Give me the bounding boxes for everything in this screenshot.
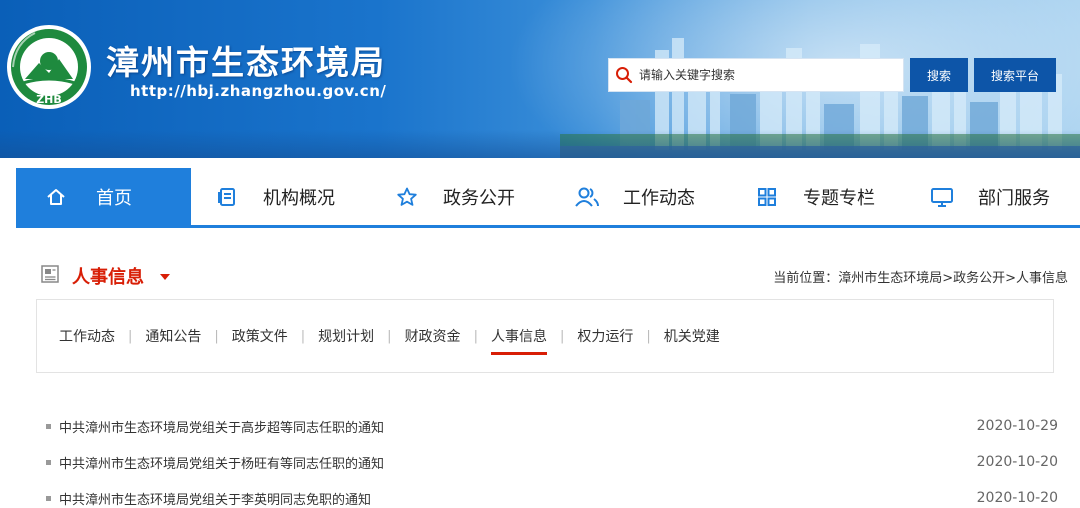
list-item[interactable]: 中共漳州市生态环境局党组关于高步超等同志任职的通知 2020-10-29: [46, 408, 1058, 444]
nav-item-gov-affairs[interactable]: 政务公开: [371, 168, 551, 225]
list-item[interactable]: 中共漳州市生态环境局党组关于李英明同志免职的通知 2020-10-20: [46, 480, 1058, 508]
zhb-logo: ZHB: [7, 25, 91, 109]
nav-label: 专题专栏: [803, 187, 875, 209]
nav-label: 首页: [96, 187, 132, 209]
search-input[interactable]: [639, 60, 899, 90]
nav-item-work-news[interactable]: 工作动态: [551, 168, 731, 225]
article-date: 2020-10-20: [976, 454, 1058, 470]
search-icon: [609, 58, 639, 92]
article-title[interactable]: 中共漳州市生态环境局党组关于李英明同志免职的通知: [59, 489, 371, 508]
list-item-left: 中共漳州市生态环境局党组关于杨旺有等同志任职的通知: [46, 453, 384, 472]
subtab-bar: 工作动态 | 通知公告 | 政策文件 | 规划计划 | 财政资金 | 人事信息 …: [36, 299, 1054, 373]
article-title[interactable]: 中共漳州市生态环境局党组关于高步超等同志任职的通知: [59, 417, 384, 436]
subtab-work-news[interactable]: 工作动态: [59, 299, 115, 373]
subtab-notices[interactable]: 通知公告: [145, 299, 201, 373]
subtab-divider: |: [473, 328, 478, 344]
site-title: 漳州市生态环境局: [106, 43, 386, 82]
home-icon: [16, 186, 96, 208]
subtab-divider: |: [559, 328, 565, 344]
header-banner: ZHB 漳州市生态环境局 http://hbj.zhangzhou.gov.cn…: [0, 0, 1080, 158]
chevron-down-icon[interactable]: [160, 274, 170, 280]
subtab-party[interactable]: 机关党建: [664, 299, 720, 373]
nav-item-home[interactable]: 首页: [16, 168, 191, 225]
document-icon: [191, 186, 263, 208]
subtab-divider: |: [214, 328, 219, 344]
subtab-divider: |: [646, 328, 651, 344]
nav-label: 工作动态: [623, 187, 695, 209]
nav-item-topics[interactable]: 专题专栏: [731, 168, 906, 225]
nav-label: 部门服务: [978, 187, 1050, 209]
grid-icon: [731, 186, 803, 208]
breadcrumb: 当前位置：漳州市生态环境局>政务公开>人事信息: [773, 271, 1068, 286]
nav-label: 政务公开: [443, 187, 515, 209]
section-title: 人事信息: [72, 267, 144, 288]
subtab-divider: |: [128, 328, 133, 344]
bullet-icon: [46, 495, 51, 501]
list-item-left: 中共漳州市生态环境局党组关于李英明同志免职的通知: [46, 489, 371, 508]
search-platform-button[interactable]: 搜索平台: [974, 58, 1056, 92]
search-box: [608, 58, 904, 92]
nav-label: 机构概况: [263, 187, 335, 209]
article-title[interactable]: 中共漳州市生态环境局党组关于杨旺有等同志任职的通知: [59, 453, 384, 472]
star-icon: [371, 186, 443, 208]
logo-text: ZHB: [36, 93, 62, 106]
subtab-finance[interactable]: 财政资金: [405, 299, 461, 373]
newspaper-icon: [40, 264, 60, 288]
subtab-plans[interactable]: 规划计划: [318, 299, 374, 373]
bullet-icon: [46, 459, 51, 465]
site-url[interactable]: http://hbj.zhangzhou.gov.cn/: [130, 82, 386, 100]
monitor-icon: [906, 186, 978, 208]
article-list: 中共漳州市生态环境局党组关于高步超等同志任职的通知 2020-10-29 中共漳…: [46, 408, 1058, 508]
nav-item-org[interactable]: 机构概况: [191, 168, 371, 225]
bullet-icon: [46, 423, 51, 429]
subtab-power[interactable]: 权力运行: [577, 299, 633, 373]
search-button[interactable]: 搜索: [910, 58, 968, 92]
article-date: 2020-10-20: [976, 490, 1058, 506]
section-header: 人事信息: [40, 264, 170, 288]
users-icon: [551, 186, 623, 208]
banner-water: [0, 130, 1080, 158]
subtab-divider: |: [387, 328, 392, 344]
main-nav: 首页 机构概况 政务公开 工作动态 专题专栏 部门服务: [16, 168, 1080, 228]
article-date: 2020-10-29: [976, 418, 1058, 434]
nav-item-services[interactable]: 部门服务: [906, 168, 1080, 225]
subtab-divider: |: [300, 328, 306, 344]
list-item[interactable]: 中共漳州市生态环境局党组关于杨旺有等同志任职的通知 2020-10-20: [46, 444, 1058, 480]
subtab-policy[interactable]: 政策文件: [232, 299, 288, 373]
list-item-left: 中共漳州市生态环境局党组关于高步超等同志任职的通知: [46, 417, 384, 436]
subtab-personnel[interactable]: 人事信息: [490, 299, 547, 373]
